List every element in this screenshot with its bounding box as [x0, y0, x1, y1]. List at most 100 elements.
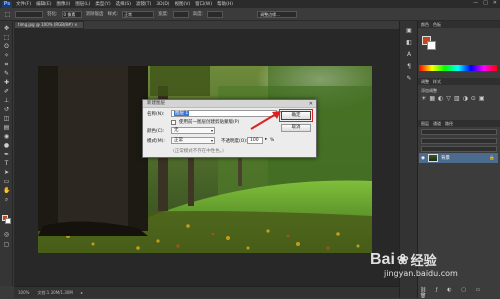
opacity-input[interactable]: 100: [247, 137, 263, 144]
cancel-button[interactable]: 取消: [281, 124, 311, 132]
color-panel-background-swatch[interactable]: [427, 41, 436, 50]
screen-mode-icon[interactable]: ▢: [3, 241, 10, 248]
shape-tool-icon[interactable]: ▭: [3, 178, 10, 185]
menu-select[interactable]: 选择(S): [116, 1, 131, 7]
selection-mode-buttons[interactable]: [15, 10, 43, 18]
pen-tool-icon[interactable]: ✒: [3, 151, 10, 158]
type-tool-icon[interactable]: T: [3, 160, 10, 167]
document-tab[interactable]: timg.jpg @ 100% (RGB/8#) ×: [14, 21, 84, 29]
background-color-swatch[interactable]: [5, 218, 11, 224]
watermark-url: jingyan.baidu.com: [384, 269, 458, 278]
style-select[interactable]: 正常: [122, 10, 155, 18]
eye-icon[interactable]: ◉: [421, 156, 425, 161]
paragraph-panel-icon[interactable]: ¶: [405, 63, 413, 71]
marquee-tool-icon[interactable]: ⬚: [3, 34, 10, 41]
close-button[interactable]: ✕: [493, 0, 497, 6]
properties-panel-icon[interactable]: ◧: [405, 39, 413, 47]
ok-button[interactable]: 确定: [279, 109, 313, 122]
adjustment-icons[interactable]: ☀▦◐▽▥◑⊙▣: [421, 95, 498, 111]
lock-options[interactable]: [421, 146, 497, 152]
brush-tool-icon[interactable]: ✐: [3, 88, 10, 95]
menu-type[interactable]: 类型(Y): [95, 1, 110, 7]
menu-filter[interactable]: 滤镜(T): [136, 1, 151, 7]
clipping-mask-checkbox[interactable]: [171, 120, 176, 125]
zoom-tool-icon[interactable]: ⌕: [3, 196, 10, 203]
status-arrow-icon[interactable]: ▸: [81, 290, 83, 295]
color-select[interactable]: 无 ▾: [171, 127, 215, 134]
dodge-tool-icon[interactable]: ●: [3, 142, 10, 149]
width-label: 宽度:: [158, 12, 169, 17]
document-image[interactable]: [38, 66, 372, 253]
eraser-icon[interactable]: ◫: [3, 115, 10, 122]
annotation-arrow-icon: [250, 111, 281, 130]
lasso-tool-icon[interactable]: ʘ: [3, 43, 10, 50]
name-label: 名称(N):: [147, 112, 165, 117]
height-label: 高度:: [192, 12, 204, 17]
menu-layer[interactable]: 图层(L): [75, 1, 90, 7]
clone-stamp-icon[interactable]: ⊥: [3, 97, 10, 104]
blur-tool-icon[interactable]: ◉: [3, 133, 10, 140]
dialog-close-icon[interactable]: ✕: [309, 100, 313, 108]
eyedropper-icon[interactable]: ✎: [3, 70, 10, 77]
tab-adjustments[interactable]: 调整: [421, 78, 429, 85]
marquee-tool-icon[interactable]: ⬚: [4, 11, 11, 18]
chevron-down-icon: ▾: [210, 138, 213, 143]
forest-photo: [38, 66, 372, 253]
opacity-label: 不透明度(O):: [221, 139, 248, 144]
tab-channels[interactable]: 通道: [433, 120, 441, 127]
refine-edge-button[interactable]: 调整边缘...: [257, 10, 298, 18]
crop-tool-icon[interactable]: ⌗: [3, 61, 10, 68]
status-bar: 100% 文档:1.30M/1.30M ▸: [14, 286, 399, 298]
layer-filter-select[interactable]: [421, 129, 497, 135]
baidu-watermark: Bai ❀ 经验 jingyan.baidu.com: [370, 250, 498, 296]
gradient-tool-icon[interactable]: ▤: [3, 124, 10, 131]
blend-mode-select[interactable]: [421, 138, 497, 144]
feather-input[interactable]: 0 像素: [61, 10, 82, 18]
lock-icon: 🔒: [489, 155, 495, 161]
new-layer-dialog: 新建图层 ✕ 名称(N): 图层 1 使用前一图层创建剪贴蒙版(P) 颜色(C)…: [142, 99, 317, 158]
minimize-button[interactable]: —: [473, 0, 478, 6]
menu-file[interactable]: 文件(F): [16, 1, 31, 7]
tab-swatches[interactable]: 色板: [433, 21, 441, 28]
height-input[interactable]: [207, 10, 224, 18]
menu-image[interactable]: 图像(I): [56, 1, 70, 7]
menu-view[interactable]: 视图(V): [175, 1, 191, 7]
watermark-brand: Bai: [370, 250, 395, 268]
path-select-icon[interactable]: ➤: [3, 169, 10, 176]
menu-help[interactable]: 帮助(H): [217, 1, 233, 7]
history-brush-icon[interactable]: ↺: [3, 106, 10, 113]
color-spectrum[interactable]: [419, 65, 497, 71]
mode-select[interactable]: 正常 ▾: [171, 137, 215, 144]
photoshop-logo: Ps: [2, 0, 12, 8]
neutral-color-note: (正常模式不存在中性色。): [173, 149, 224, 154]
clipping-mask-label[interactable]: 使用前一图层创建剪贴蒙版(P): [179, 119, 239, 125]
hand-tool-icon[interactable]: ✋: [3, 187, 10, 194]
name-input-value: 图层 1: [174, 111, 190, 116]
color-label: 颜色(C):: [147, 129, 165, 134]
mode-select-value: 正常: [174, 138, 183, 143]
healing-brush-icon[interactable]: ✚: [3, 79, 10, 86]
menu-bar: Ps 文件(F) 编辑(E) 图像(I) 图层(L) 类型(Y) 选择(S) 滤…: [0, 0, 500, 8]
width-input[interactable]: [172, 10, 189, 18]
antialias-checkbox[interactable]: 消除锯齿: [86, 11, 104, 17]
dialog-title: 新建图层: [143, 100, 316, 108]
layer-name[interactable]: 背景: [441, 155, 450, 161]
quick-mask-icon[interactable]: ◎: [3, 231, 10, 238]
menu-edit[interactable]: 编辑(E): [36, 1, 51, 7]
opacity-stepper-icon[interactable]: ▸: [265, 137, 267, 142]
move-tool-icon[interactable]: ✥: [3, 25, 10, 32]
zoom-level[interactable]: 100%: [18, 290, 29, 295]
adjustments-panel-tabs: 调整 样式: [418, 78, 500, 85]
layer-row-background[interactable]: ◉ 背景 🔒: [419, 153, 498, 163]
character-panel-icon[interactable]: A: [405, 51, 413, 59]
tab-paths[interactable]: 路径: [445, 120, 453, 127]
magic-wand-icon[interactable]: ✧: [3, 52, 10, 59]
tab-layers[interactable]: 图层: [421, 120, 429, 127]
tab-color[interactable]: 颜色: [421, 21, 429, 28]
menu-3d[interactable]: 3D(D): [156, 2, 169, 7]
menu-window[interactable]: 窗口(W): [195, 1, 212, 7]
tab-styles[interactable]: 样式: [433, 78, 441, 85]
brush-panel-icon[interactable]: ✎: [405, 75, 413, 83]
history-panel-icon[interactable]: ▣: [405, 27, 413, 35]
maximize-button[interactable]: □: [483, 0, 488, 6]
